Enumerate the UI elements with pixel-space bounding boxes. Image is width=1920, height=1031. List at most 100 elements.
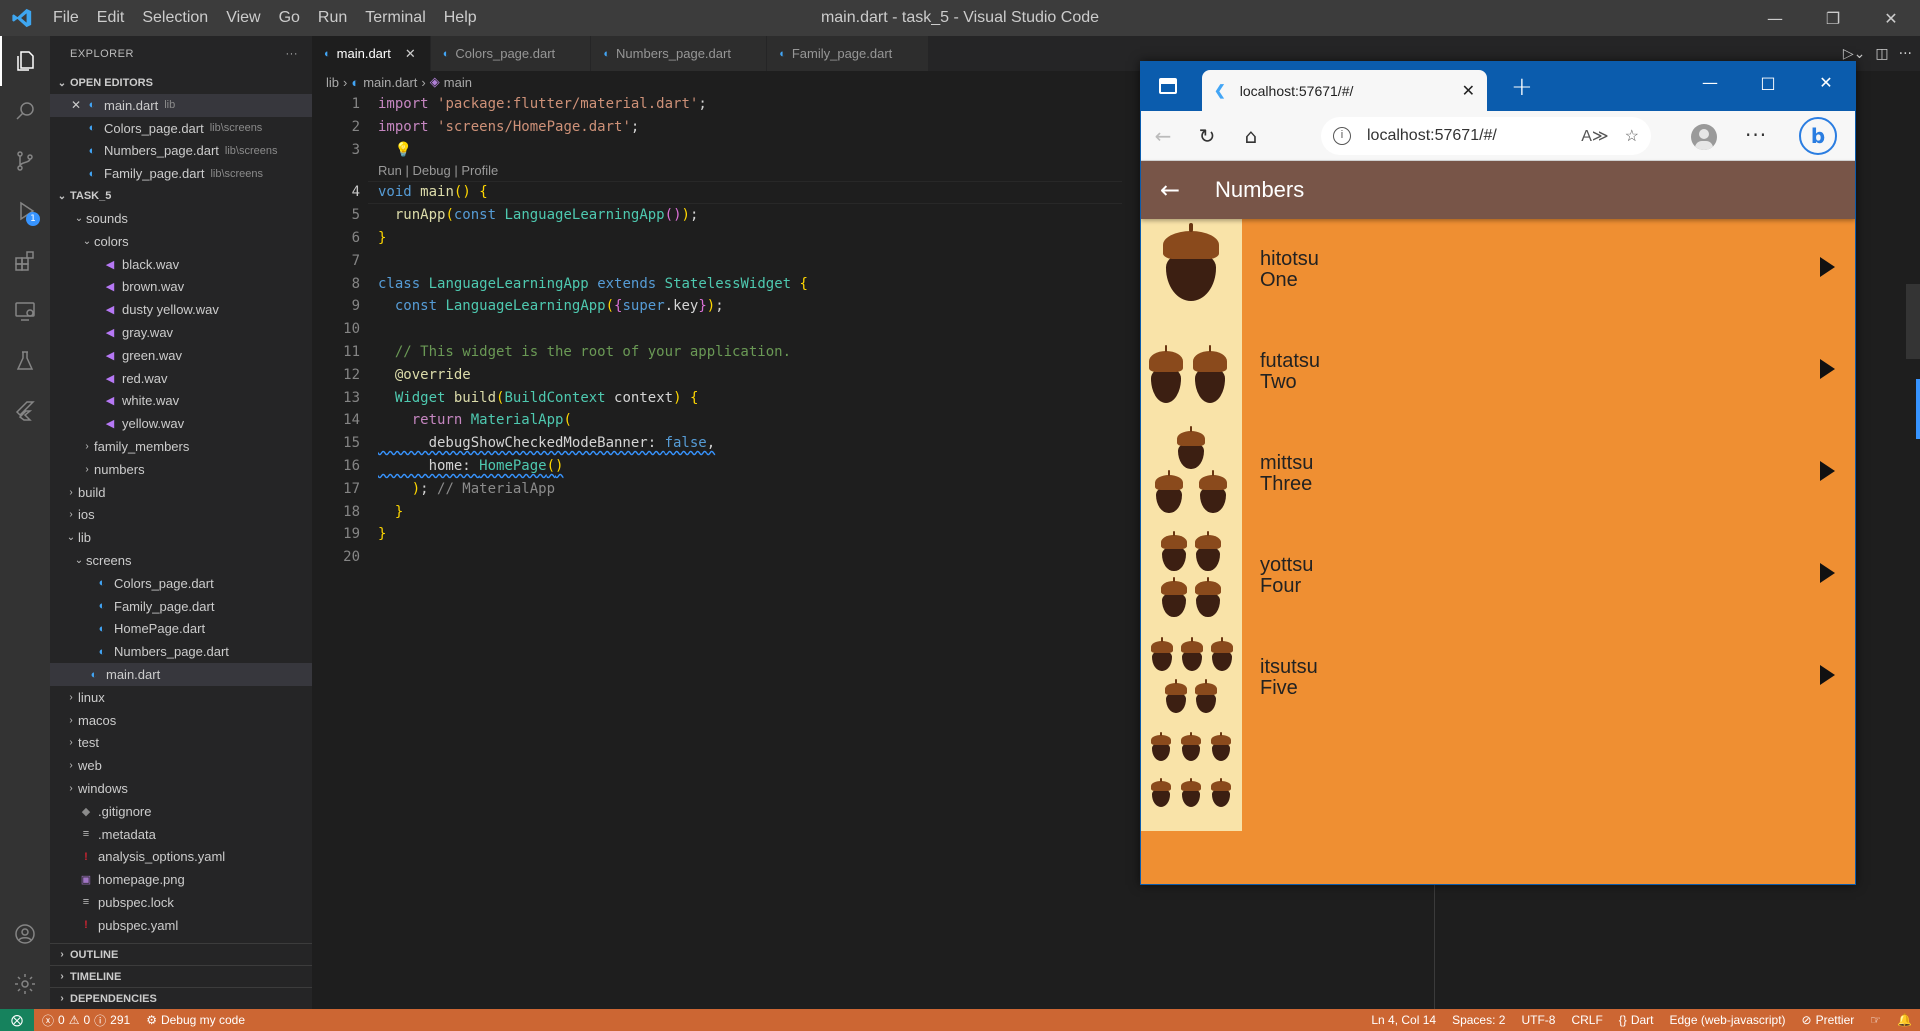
play-icon[interactable] <box>1820 461 1835 481</box>
menu-selection[interactable]: Selection <box>133 0 217 36</box>
scrollbar-thumb[interactable] <box>1906 284 1920 359</box>
file-item[interactable]: ◀ white.wav <box>50 390 312 413</box>
open-editors-header[interactable]: ⌄ OPEN EDITORS <box>50 72 312 94</box>
language-mode[interactable]: {} Dart <box>1611 1013 1662 1027</box>
play-icon[interactable] <box>1820 563 1835 583</box>
bing-copilot-icon[interactable]: b <box>1799 117 1837 155</box>
more-actions-icon[interactable]: ··· <box>286 48 299 60</box>
back-arrow-icon[interactable]: ← <box>1141 176 1199 204</box>
project-header[interactable]: ⌄ TASK_5 <box>50 185 312 207</box>
file-item[interactable]: ◀ brown.wav <box>50 276 312 299</box>
file-item[interactable]: ! analysis_options.yaml <box>50 846 312 869</box>
folder-item[interactable]: › windows <box>50 777 312 800</box>
open-editor-item[interactable]: ◐ Numbers_page.dart lib\screens <box>50 140 312 163</box>
breadcrumb-lib[interactable]: lib <box>326 75 339 90</box>
file-item[interactable]: ◀ red.wav <box>50 367 312 390</box>
cursor-position[interactable]: Ln 4, Col 14 <box>1363 1013 1444 1027</box>
open-editor-item[interactable]: ◐ Colors_page.dart lib\screens <box>50 117 312 140</box>
search-icon[interactable] <box>0 86 50 136</box>
folder-item[interactable]: › linux <box>50 686 312 709</box>
device-selector[interactable]: Edge (web-javascript) <box>1661 1013 1793 1027</box>
menu-edit[interactable]: Edit <box>88 0 134 36</box>
file-item[interactable]: ◀ yellow.wav <box>50 412 312 435</box>
profile-avatar[interactable] <box>1691 124 1717 150</box>
debug-status[interactable]: ⚙ Debug my code <box>138 1013 253 1027</box>
file-item[interactable]: ◀ gray.wav <box>50 321 312 344</box>
section-dependencies[interactable]: › DEPENDENCIES <box>50 987 312 1009</box>
editor-tab[interactable]: ◐ Family_page.dart <box>767 36 929 71</box>
vscode-logo-icon[interactable] <box>0 0 44 36</box>
more-menu-icon[interactable]: ··· <box>1745 123 1767 147</box>
new-tab-icon[interactable]: + <box>1511 72 1533 102</box>
explorer-icon[interactable] <box>0 36 50 86</box>
folder-item[interactable]: › build <box>50 481 312 504</box>
number-list-item[interactable] <box>1141 729 1855 831</box>
remote-icon[interactable]: ⨂ <box>0 1009 34 1031</box>
browser-tab[interactable]: ❮ localhost:57671/#/ ✕ <box>1202 70 1487 111</box>
file-item[interactable]: ◐ HomePage.dart <box>50 618 312 641</box>
breadcrumb-symbol[interactable]: main <box>444 75 472 90</box>
split-editor-icon[interactable]: ◫ <box>1875 46 1888 62</box>
folder-item[interactable]: › numbers <box>50 458 312 481</box>
folder-item[interactable]: › family_members <box>50 435 312 458</box>
remote-explorer-icon[interactable] <box>0 286 50 336</box>
play-icon[interactable] <box>1820 665 1835 685</box>
close-tab-icon[interactable]: ✕ <box>405 46 416 62</box>
close-icon[interactable]: ✕ <box>68 98 84 112</box>
more-actions-icon[interactable]: ··· <box>1899 46 1912 62</box>
back-icon[interactable]: ← <box>1141 116 1185 156</box>
play-icon[interactable] <box>1820 257 1835 277</box>
file-item[interactable]: ◐ main.dart <box>50 663 312 686</box>
menu-go[interactable]: Go <box>270 0 309 36</box>
play-icon[interactable] <box>1820 359 1835 379</box>
prettier-status[interactable]: ⊘ Prettier <box>1794 1013 1863 1027</box>
folder-item[interactable]: › ios <box>50 504 312 527</box>
run-icon[interactable]: ▷⌄ <box>1843 46 1866 62</box>
folder-item[interactable]: ⌄ screens <box>50 549 312 572</box>
lightbulb-icon[interactable]: 💡 <box>395 142 412 158</box>
file-item[interactable]: ◀ dusty yellow.wav <box>50 298 312 321</box>
manage-gear-icon[interactable] <box>0 959 50 1009</box>
codelens-run-debug-profile[interactable]: Run | Debug | Profile <box>312 161 1122 181</box>
breadcrumb-file[interactable]: main.dart <box>363 75 417 90</box>
restore-icon[interactable]: ❐ <box>1804 0 1862 36</box>
end-of-line[interactable]: CRLF <box>1563 1013 1610 1027</box>
file-item[interactable]: ◆ .gitignore <box>50 800 312 823</box>
folder-item[interactable]: ⌄ colors <box>50 230 312 253</box>
file-item[interactable]: ! pubspec.yaml <box>50 914 312 937</box>
editor-tab[interactable]: ◐ Colors_page.dart <box>430 36 592 71</box>
favorite-icon[interactable]: ☆ <box>1625 126 1639 146</box>
feedback-icon[interactable]: ☞ <box>1862 1013 1889 1027</box>
open-editor-item[interactable]: ◐ Family_page.dart lib\screens <box>50 162 312 185</box>
number-list-item[interactable]: futatsu Two <box>1141 321 1855 423</box>
file-item[interactable]: ≡ .metadata <box>50 823 312 846</box>
extensions-icon[interactable] <box>0 236 50 286</box>
file-item[interactable]: ◐ Numbers_page.dart <box>50 640 312 663</box>
run-debug-icon[interactable]: 1 <box>0 186 50 236</box>
file-item[interactable]: ▣ homepage.png <box>50 868 312 891</box>
open-editor-item[interactable]: ✕ ◐ main.dart lib <box>50 94 312 117</box>
folder-item[interactable]: › web <box>50 754 312 777</box>
section-outline[interactable]: › OUTLINE <box>50 943 312 965</box>
editor-scrollbar[interactable] <box>1906 129 1920 1031</box>
menu-terminal[interactable]: Terminal <box>356 0 434 36</box>
tab-actions-icon[interactable] <box>1159 78 1177 94</box>
number-list-item[interactable]: yottsu Four <box>1141 525 1855 627</box>
problems-status[interactable]: ⓧ 0 ⚠ 0 ⓘ 291 <box>34 1012 138 1029</box>
site-info-icon[interactable]: i <box>1333 127 1351 145</box>
file-item[interactable]: ◀ black.wav <box>50 253 312 276</box>
source-control-icon[interactable] <box>0 136 50 186</box>
indentation[interactable]: Spaces: 2 <box>1444 1013 1513 1027</box>
flutter-icon[interactable] <box>0 386 50 436</box>
folder-item[interactable]: ⌄ lib <box>50 526 312 549</box>
accounts-icon[interactable] <box>0 909 50 959</box>
read-aloud-icon[interactable]: A≫ <box>1581 126 1608 146</box>
folder-item[interactable]: ⌄ sounds <box>50 207 312 230</box>
refresh-icon[interactable]: ↻ <box>1185 116 1229 156</box>
close-tab-icon[interactable]: ✕ <box>1462 81 1475 101</box>
address-bar[interactable]: i localhost:57671/#/ A≫ ☆ <box>1321 117 1651 155</box>
code-editor[interactable]: 1 import 'package:flutter/material.dart';… <box>312 93 1122 569</box>
notifications-icon[interactable]: 🔔 <box>1889 1013 1920 1027</box>
file-item[interactable]: ◐ Colors_page.dart <box>50 572 312 595</box>
file-item[interactable]: ◀ green.wav <box>50 344 312 367</box>
